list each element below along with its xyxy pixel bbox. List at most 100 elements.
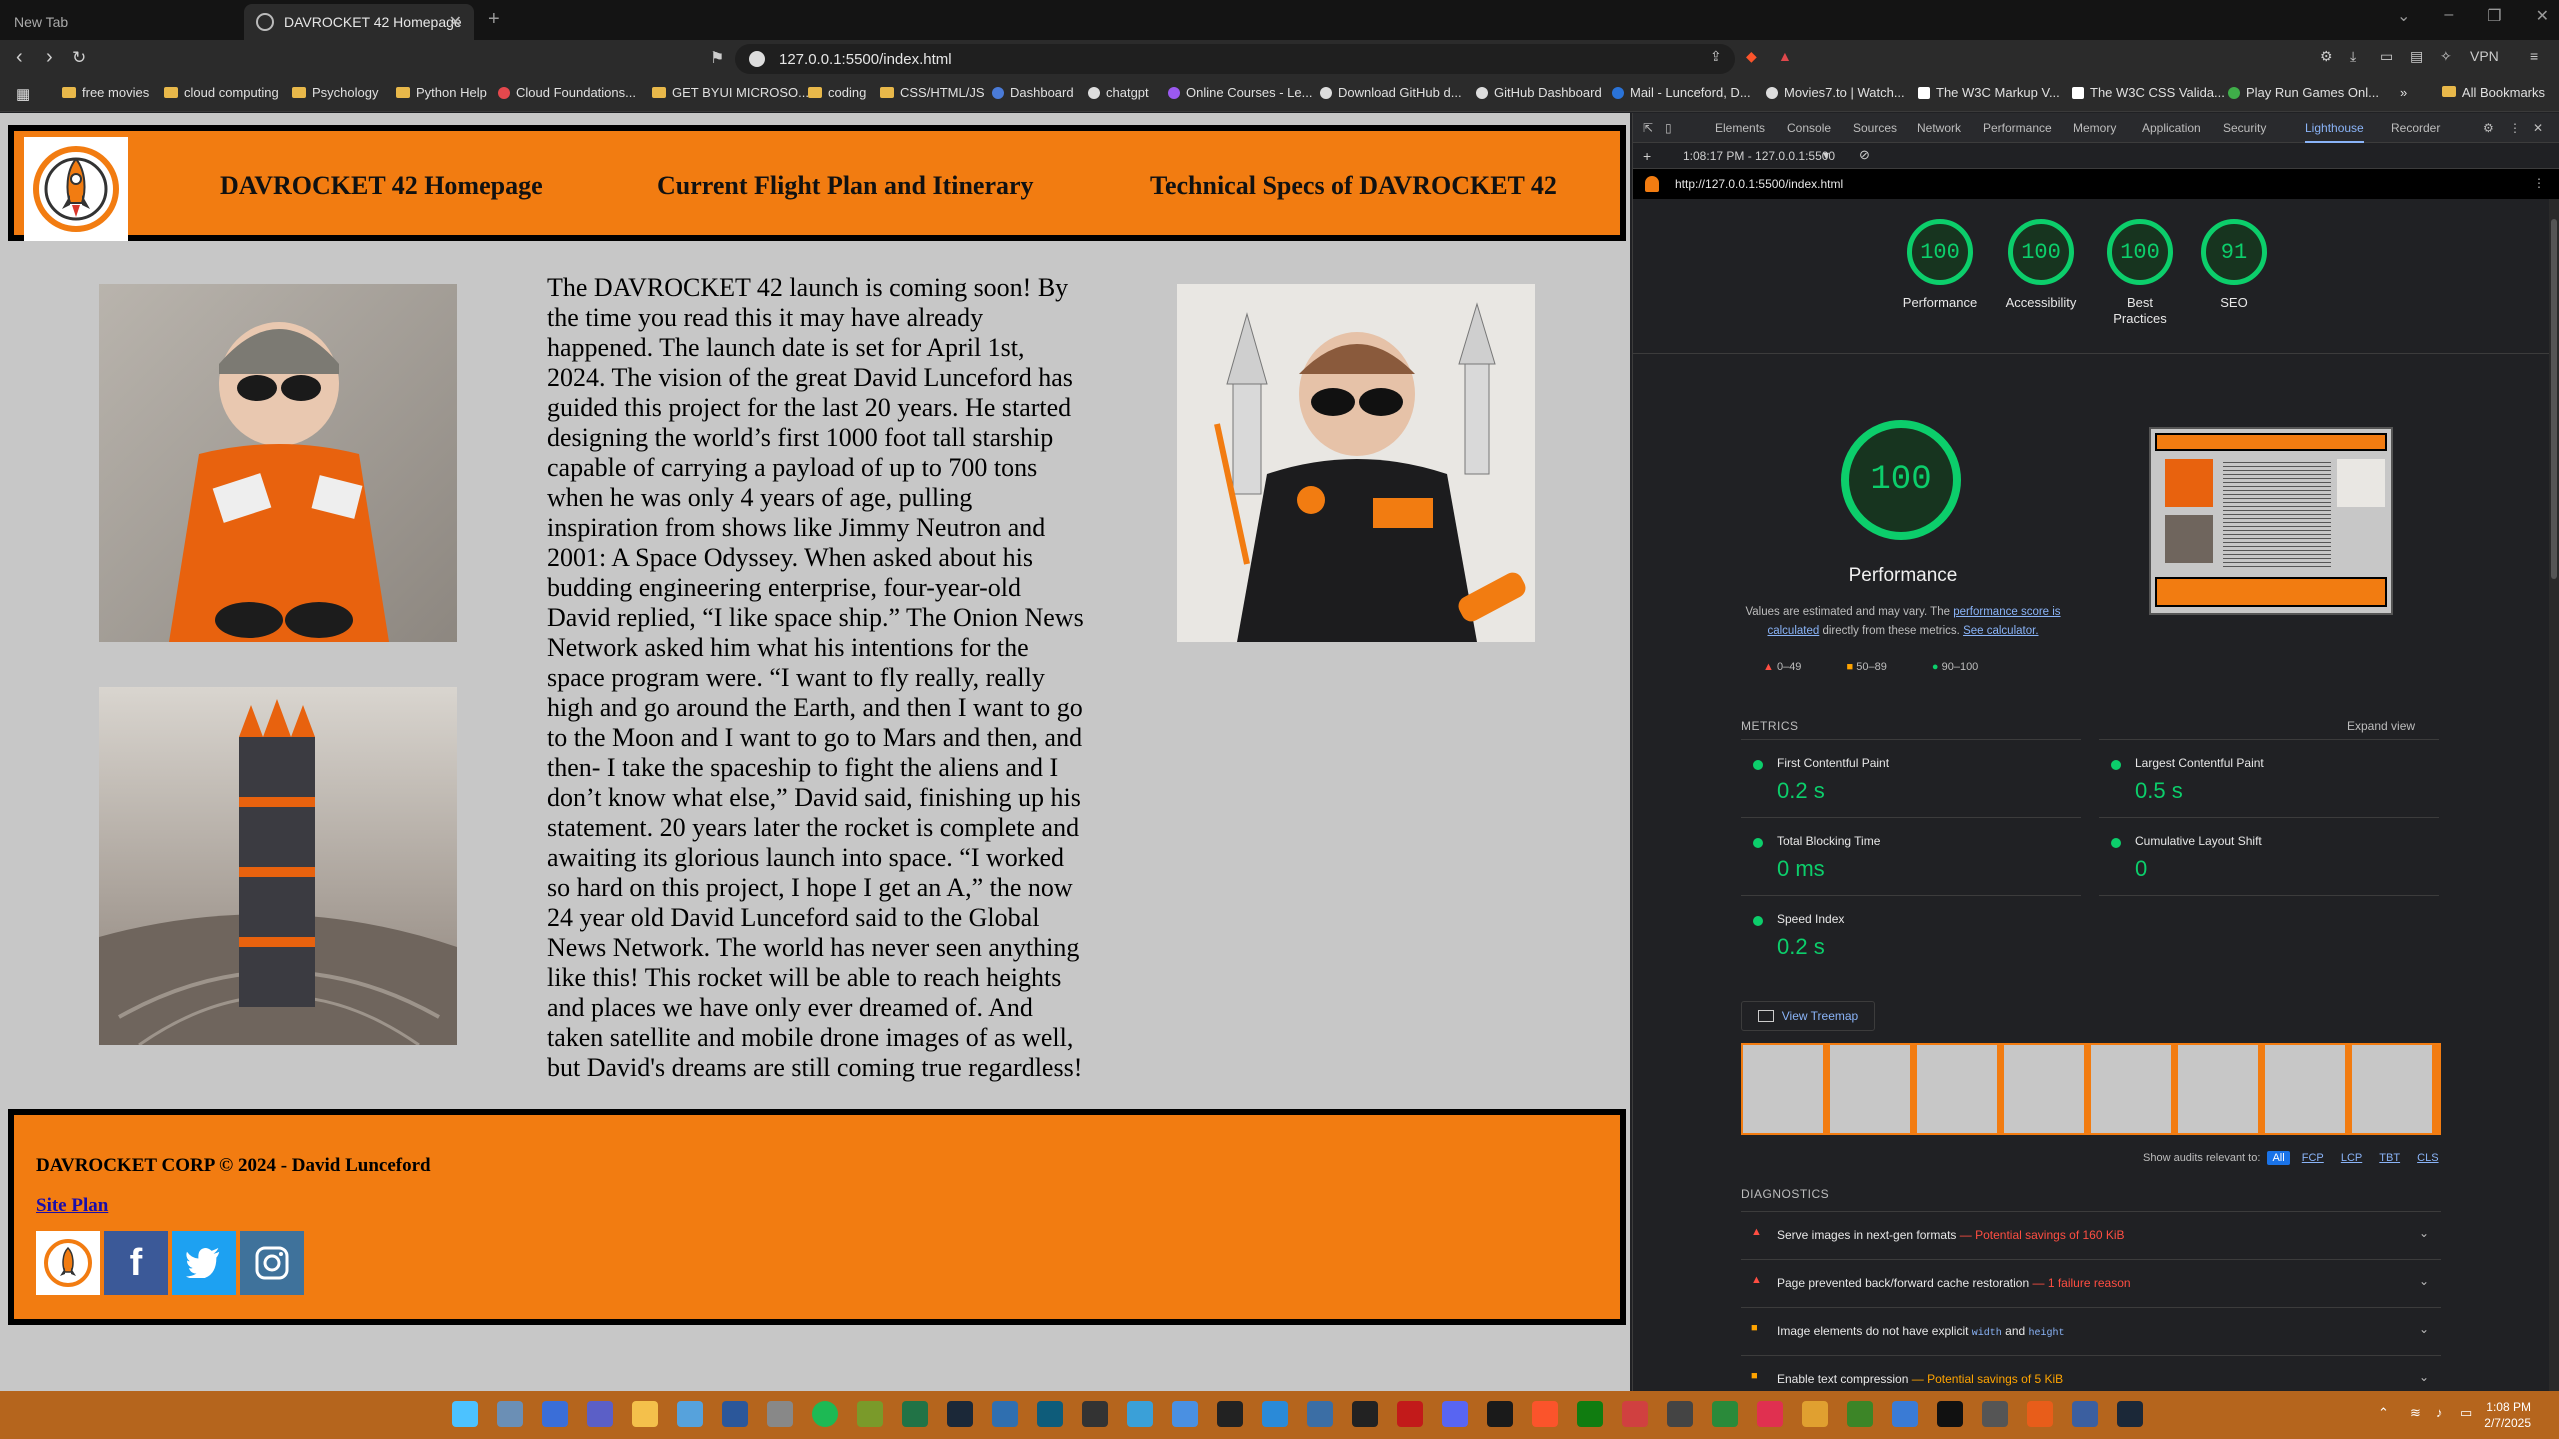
app-icon[interactable] [857, 1401, 883, 1427]
bookmarks-overflow-icon[interactable]: » [2400, 85, 2407, 100]
bookmark-play-run-games[interactable]: Play Run Games Onl... [2228, 85, 2379, 100]
score-accessibility[interactable]: 100 Accessibility [1991, 219, 2091, 311]
download-icon[interactable]: ⤓ [2350, 48, 2356, 65]
brave-shield-icon[interactable]: ◆ [1746, 48, 1757, 65]
app-icon[interactable] [542, 1401, 568, 1427]
minimize-icon[interactable]: – [2444, 6, 2453, 26]
vscode-icon[interactable] [1262, 1401, 1288, 1427]
filter-lcp[interactable]: LCP [2336, 1151, 2367, 1165]
close-icon[interactable]: ✕ [449, 12, 462, 32]
bookmark-free-movies[interactable]: free movies [62, 85, 149, 100]
chevron-down-icon[interactable]: ⌄ [2419, 1226, 2429, 1240]
devtools-scrollbar[interactable] [2549, 199, 2559, 1391]
settings-icon[interactable]: ⚙ [2483, 121, 2494, 135]
battery-icon[interactable]: ▭ [2460, 1405, 2472, 1421]
menu-icon[interactable]: ≡ [2530, 48, 2538, 64]
wifi-icon[interactable]: ≋ [2410, 1405, 2421, 1421]
tab-memory[interactable]: Memory [2073, 121, 2116, 135]
bookmark-psychology[interactable]: Psychology [292, 85, 378, 100]
see-calculator-link[interactable]: See calculator. [1963, 625, 2038, 637]
nav-homepage-link[interactable]: DAVROCKET 42 Homepage [220, 171, 543, 201]
start-icon[interactable] [452, 1401, 478, 1427]
rocket-logo-icon[interactable] [36, 1231, 100, 1295]
terminal-icon[interactable] [1217, 1401, 1243, 1427]
app-icon[interactable] [1712, 1401, 1738, 1427]
app-icon[interactable] [1037, 1401, 1063, 1427]
twitter-icon[interactable] [172, 1231, 236, 1295]
apps-icon[interactable]: ▦ [16, 85, 30, 103]
app-icon[interactable] [767, 1401, 793, 1427]
restore-icon[interactable]: ❐ [2487, 6, 2501, 26]
browser-icon[interactable] [1127, 1401, 1153, 1427]
app-icon[interactable] [677, 1401, 703, 1427]
excel-icon[interactable] [902, 1401, 928, 1427]
task-view-icon[interactable] [497, 1401, 523, 1427]
tab-new-tab[interactable]: New Tab [0, 4, 240, 40]
new-report-icon[interactable]: + [1643, 148, 1651, 164]
minecraft-icon[interactable] [1847, 1401, 1873, 1427]
chevron-down-icon[interactable]: ⌄ [2419, 1274, 2429, 1288]
tab-search-icon[interactable]: ⌄ [2397, 6, 2410, 26]
all-bookmarks[interactable]: All Bookmarks [2441, 85, 2545, 100]
bookmark-download-github[interactable]: Download GitHub d... [1320, 85, 1462, 100]
reload-icon[interactable]: ↻ [72, 48, 86, 68]
filter-all[interactable]: All [2267, 1151, 2290, 1165]
bookmark-w3c-css[interactable]: The W3C CSS Valida... [2072, 85, 2225, 100]
app-icon[interactable] [1082, 1401, 1108, 1427]
leo-icon[interactable]: ✧ [2440, 48, 2452, 65]
tab-security[interactable]: Security [2223, 121, 2266, 135]
diagnostic-image-dimensions[interactable]: ■ Image elements do not have explicit wi… [1741, 1307, 2441, 1355]
nav-flight-plan-link[interactable]: Current Flight Plan and Itinerary [657, 171, 1034, 201]
bookmark-css-html-js[interactable]: CSS/HTML/JS [880, 85, 985, 100]
bookmark-cloud-foundations[interactable]: Cloud Foundations... [498, 85, 636, 100]
extensions-icon[interactable]: ⚙ [2320, 48, 2333, 65]
steam-icon[interactable] [947, 1401, 973, 1427]
device-toolbar-icon[interactable]: ▯ [1665, 121, 1672, 135]
bookmark-cloud-computing[interactable]: cloud computing [164, 85, 279, 100]
bookmark-coding[interactable]: coding [808, 85, 866, 100]
tab-lighthouse[interactable]: Lighthouse [2305, 121, 2364, 143]
address-bar[interactable]: 127.0.0.1:5500/index.html [735, 44, 1735, 74]
filter-tbt[interactable]: TBT [2374, 1151, 2405, 1165]
score-best-practices[interactable]: 100 Best Practices [2095, 219, 2185, 327]
nav-tech-specs-link[interactable]: Technical Specs of DAVROCKET 42 [1150, 171, 1557, 201]
brave-rewards-icon[interactable]: ▲ [1778, 48, 1792, 64]
app-icon[interactable] [1802, 1401, 1828, 1427]
sidebar-icon[interactable]: ▭ [2380, 48, 2393, 65]
clear-icon[interactable]: ⊘ [1859, 147, 1870, 163]
bookmark-byui-microsoft[interactable]: GET BYUI MICROSO... [652, 85, 809, 100]
score-seo[interactable]: 91 SEO [2189, 219, 2279, 311]
tab-elements[interactable]: Elements [1715, 121, 1765, 135]
tab-console[interactable]: Console [1787, 121, 1831, 135]
app-icon[interactable] [1622, 1401, 1648, 1427]
app-icon[interactable] [1982, 1401, 2008, 1427]
report-selector[interactable]: 1:08:17 PM - 127.0.0.1:5500 [1683, 149, 1835, 163]
steam-icon[interactable] [2117, 1401, 2143, 1427]
bookmark-chatgpt[interactable]: chatgpt [1088, 85, 1149, 100]
app-icon[interactable] [2072, 1401, 2098, 1427]
teams-icon[interactable] [587, 1401, 613, 1427]
report-menu-icon[interactable]: ⋮ [2533, 176, 2545, 190]
bookmark-mail[interactable]: Mail - Lunceford, D... [1612, 85, 1751, 100]
taskbar-clock[interactable]: 1:08 PM 2/7/2025 [2484, 1399, 2531, 1431]
app-icon[interactable] [1307, 1401, 1333, 1427]
wallet-icon[interactable]: ▤ [2410, 48, 2423, 65]
new-tab-button[interactable]: + [488, 8, 500, 31]
bookmark-icon[interactable]: ⚑ [710, 48, 724, 68]
view-treemap-button[interactable]: View Treemap [1741, 1001, 1875, 1031]
app-icon[interactable] [2027, 1401, 2053, 1427]
forward-icon[interactable]: › [46, 46, 53, 69]
app-icon[interactable] [1892, 1401, 1918, 1427]
chevron-down-icon[interactable]: ⌄ [2419, 1322, 2429, 1336]
share-icon[interactable]: ⇪ [1710, 48, 1722, 65]
bookmark-python-help[interactable]: Python Help [396, 85, 487, 100]
tab-davrocket-homepage[interactable]: DAVROCKET 42 Homepage ✕ [244, 4, 474, 40]
app-icon[interactable] [1757, 1401, 1783, 1427]
app-icon[interactable] [1397, 1401, 1423, 1427]
diagnostic-next-gen-images[interactable]: ▲ Serve images in next-gen formats — Pot… [1741, 1211, 2441, 1259]
score-performance[interactable]: 100 Performance [1895, 219, 1985, 311]
tray-overflow-icon[interactable]: ⌃ [2378, 1405, 2389, 1421]
bookmark-dashboard[interactable]: Dashboard [992, 85, 1074, 100]
epic-games-icon[interactable] [1352, 1401, 1378, 1427]
app-icon[interactable] [1937, 1401, 1963, 1427]
